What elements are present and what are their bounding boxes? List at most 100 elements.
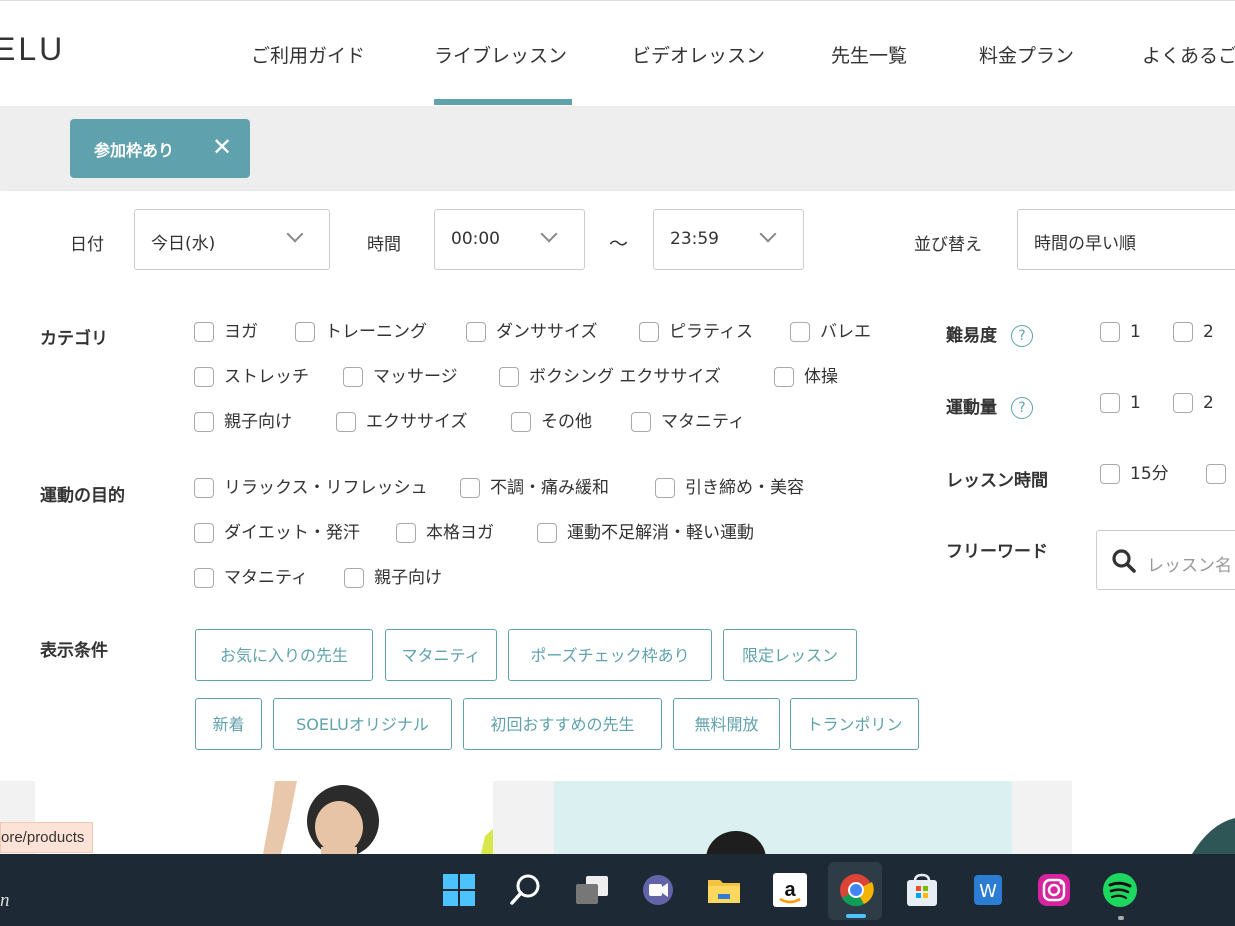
tag-maternity[interactable]: マタニティ xyxy=(385,629,497,681)
checkbox-box[interactable] xyxy=(631,412,651,432)
purpose-checkbox[interactable]: 引き締め・美容 xyxy=(655,476,804,500)
checkbox-box[interactable] xyxy=(1100,464,1120,484)
duration-checkbox[interactable] xyxy=(1206,462,1235,486)
category-checkbox[interactable]: マッサージ xyxy=(343,365,458,389)
nav-guide[interactable]: ご利用ガイド xyxy=(251,41,365,68)
tag-limited-lesson[interactable]: 限定レッスン xyxy=(723,629,857,681)
exercise-checkbox[interactable]: 2 xyxy=(1173,391,1214,415)
category-checkbox[interactable]: バレエ xyxy=(790,320,871,344)
purpose-checkbox[interactable]: マタニティ xyxy=(194,566,308,590)
purpose-checkbox[interactable]: 不調・痛み緩和 xyxy=(460,476,609,500)
difficulty-checkbox[interactable]: 1 xyxy=(1100,320,1141,344)
checkbox-box[interactable] xyxy=(194,367,214,387)
purpose-checkbox[interactable]: ダイエット・発汗 xyxy=(194,521,360,545)
task-view-icon[interactable] xyxy=(574,872,610,908)
tag-soelu-original[interactable]: SOELUオリジナル xyxy=(273,698,452,750)
lesson-card[interactable] xyxy=(554,781,1012,854)
category-checkbox[interactable]: マタニティ xyxy=(631,410,745,434)
windows-start-icon[interactable] xyxy=(441,872,477,908)
chevron-down-icon xyxy=(286,225,304,243)
difficulty-checkbox[interactable]: 2 xyxy=(1173,320,1214,344)
active-filter-chip[interactable]: 参加枠あり ✕ xyxy=(70,119,250,178)
tag-free-open[interactable]: 無料開放 xyxy=(673,698,780,750)
close-icon[interactable]: ✕ xyxy=(212,133,232,161)
nav-live-lessons[interactable]: ライブレッスン xyxy=(434,41,567,68)
microsoft-store-icon[interactable] xyxy=(904,872,940,908)
checkbox-box[interactable] xyxy=(194,478,214,498)
category-checkbox[interactable]: トレーニング xyxy=(295,320,427,344)
chrome-icon[interactable] xyxy=(838,872,874,908)
checkbox-box[interactable] xyxy=(1100,322,1120,342)
checkbox-box[interactable] xyxy=(1206,464,1226,484)
category-checkbox[interactable]: ピラティス xyxy=(639,320,753,344)
help-icon[interactable]: ? xyxy=(1011,397,1033,419)
checkbox-box[interactable] xyxy=(343,367,363,387)
category-checkbox[interactable]: エクササイズ xyxy=(336,410,468,434)
checkbox-box[interactable] xyxy=(344,568,364,588)
checkbox-box[interactable] xyxy=(499,367,519,387)
category-checkbox[interactable]: ヨガ xyxy=(194,320,258,344)
date-select[interactable]: 今日(水) xyxy=(134,209,330,270)
running-app-indicator xyxy=(1118,916,1124,920)
checkbox-box[interactable] xyxy=(655,478,675,498)
svg-text:W: W xyxy=(979,881,997,902)
checkbox-box[interactable] xyxy=(194,322,214,342)
file-explorer-icon[interactable] xyxy=(706,872,742,908)
checkbox-box[interactable] xyxy=(336,412,356,432)
tag-trampoline[interactable]: トランポリン xyxy=(790,698,919,750)
category-checkbox[interactable]: ストレッチ xyxy=(194,365,309,389)
time-to-select[interactable]: 23:59 xyxy=(653,209,804,270)
spotify-icon[interactable] xyxy=(1102,872,1138,908)
help-icon[interactable]: ? xyxy=(1011,325,1033,347)
checkbox-box[interactable] xyxy=(466,322,486,342)
checkbox-box[interactable] xyxy=(194,568,214,588)
checkbox-box[interactable] xyxy=(511,412,531,432)
checkbox-box[interactable] xyxy=(295,322,315,342)
checkbox-box[interactable] xyxy=(537,523,557,543)
freeword-search-input[interactable]: レッスン名 xyxy=(1096,530,1235,590)
tag-first-recommended[interactable]: 初回おすすめの先生 xyxy=(463,698,662,750)
tag-pose-check[interactable]: ポーズチェック枠あり xyxy=(508,629,712,681)
purpose-checkbox[interactable]: 運動不足解消・軽い運動 xyxy=(537,521,754,545)
purpose-checkbox[interactable]: 本格ヨガ xyxy=(396,521,494,545)
taskbar-search-text[interactable]: n xyxy=(0,890,10,912)
checkbox-box[interactable] xyxy=(194,523,214,543)
category-checkbox[interactable]: その他 xyxy=(511,410,592,434)
checkbox-box[interactable] xyxy=(790,322,810,342)
instructor-photo xyxy=(263,781,493,854)
category-checkbox[interactable]: 親子向け xyxy=(194,410,292,434)
instagram-icon[interactable] xyxy=(1036,872,1072,908)
checkbox-box[interactable] xyxy=(460,478,480,498)
lesson-card[interactable] xyxy=(35,781,493,854)
search-icon[interactable] xyxy=(508,872,544,908)
amazon-icon[interactable]: a xyxy=(772,872,808,908)
teams-chat-icon[interactable] xyxy=(640,872,676,908)
category-checkbox[interactable]: ダンササイズ xyxy=(466,320,598,344)
nav-teachers[interactable]: 先生一覧 xyxy=(831,41,907,68)
instructor-photo xyxy=(706,831,766,854)
word-icon[interactable]: W xyxy=(970,872,1006,908)
purpose-checkbox[interactable]: リラックス・リフレッシュ xyxy=(194,476,428,500)
duration-checkbox[interactable]: 15分 xyxy=(1100,462,1169,486)
checkbox-box[interactable] xyxy=(774,367,794,387)
nav-faq[interactable]: よくあるご xyxy=(1142,41,1235,68)
checkbox-box[interactable] xyxy=(1100,393,1120,413)
lesson-card[interactable] xyxy=(1072,781,1235,854)
time-from-select[interactable]: 00:00 xyxy=(434,209,585,270)
checkbox-box[interactable] xyxy=(639,322,659,342)
site-logo[interactable]: ELU xyxy=(0,31,65,68)
tag-favorite-teacher[interactable]: お気に入りの先生 xyxy=(195,629,373,681)
tag-new[interactable]: 新着 xyxy=(195,698,262,750)
checkbox-box[interactable] xyxy=(1173,322,1193,342)
exercise-checkbox[interactable]: 1 xyxy=(1100,391,1141,415)
nav-video-lessons[interactable]: ビデオレッスン xyxy=(632,41,765,68)
checkbox-box[interactable] xyxy=(1173,393,1193,413)
category-checkbox[interactable]: 体操 xyxy=(774,365,838,389)
sort-select[interactable]: 時間の早い順 xyxy=(1017,209,1235,270)
nav-pricing[interactable]: 料金プラン xyxy=(979,41,1074,68)
checkbox-box[interactable] xyxy=(194,412,214,432)
freeword-label: フリーワード xyxy=(946,542,1048,562)
checkbox-box[interactable] xyxy=(396,523,416,543)
category-checkbox[interactable]: ボクシング エクササイズ xyxy=(499,365,721,389)
purpose-checkbox[interactable]: 親子向け xyxy=(344,566,442,590)
